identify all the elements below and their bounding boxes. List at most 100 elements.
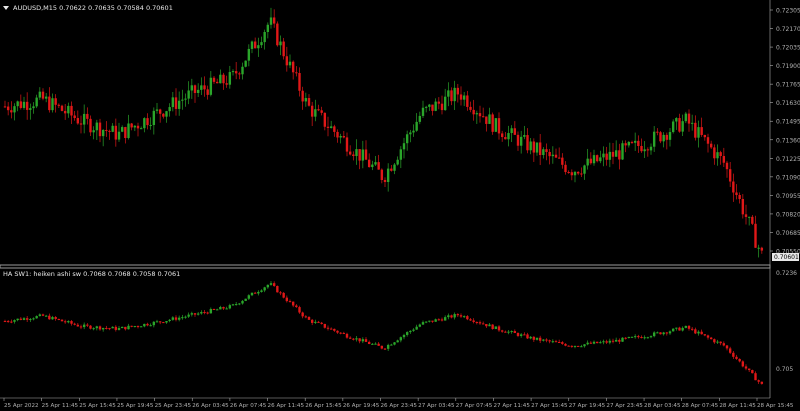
heiken-ashi-bar [63,321,67,323]
heiken-ashi-bar [532,336,536,340]
candle [120,127,124,132]
candle [348,151,352,155]
heiken-ashi-bar [342,332,346,334]
heiken-ashi-bar [741,361,745,367]
candle [513,128,517,135]
candle [627,141,631,146]
time-axis-label: 27 Apr 15:45 [531,403,568,409]
heiken-ashi-bar [35,316,38,319]
candle [371,164,374,168]
heiken-ashi-bar [25,318,29,320]
heiken-ashi-bar [82,324,86,328]
candle [25,101,29,110]
candle [557,157,561,159]
heiken-ashi-bar [124,326,127,330]
heiken-ashi-bar [738,358,741,362]
heiken-ashi-bar [209,308,213,314]
candle [291,61,295,73]
heiken-ashi-bar [98,326,102,330]
candle [646,149,650,151]
heiken-ashi-bar [700,331,703,335]
heiken-ashi-bar [234,304,238,306]
heiken-ashi-bar [89,325,92,329]
price-axis-label: 0.71225 [776,156,800,163]
heiken-ashi-bar [516,333,520,336]
candle [200,85,203,90]
time-axis-label: 25 Apr 19:45 [117,403,154,409]
candle [741,198,745,215]
candle [567,172,570,174]
candle [38,91,42,98]
time-axis-label: 28 Apr 11:45 [719,403,756,409]
heiken-ashi-bar [19,318,23,320]
candle [333,126,336,132]
candle [187,90,190,99]
candle [114,125,118,140]
candle [326,126,330,128]
heiken-ashi-bar [450,315,453,318]
candle [32,106,35,109]
heiken-ashi-bar [760,381,764,384]
main-window-title[interactable]: AUDUSD,M15 0.70622 0.70635 0.70584 0.706… [3,4,173,12]
price-axis-label: 0.71090 [776,174,800,181]
candle [760,247,764,251]
heiken-ashi-bar [409,330,412,333]
candle [611,151,615,157]
heiken-ashi-bar [621,337,624,342]
heiken-ashi-bar [735,356,738,359]
heiken-ashi-bar [462,316,466,318]
candle [54,98,57,105]
heiken-ashi-bar [44,315,48,317]
candle [241,66,244,75]
candle [181,99,184,101]
time-axis-label: 26 Apr 19:45 [343,403,380,409]
heiken-ashi-bar [215,309,219,311]
candle [754,223,757,248]
candle [136,125,140,129]
heiken-ashi-bar [402,334,406,338]
heiken-ashi-bar [633,336,637,338]
candle [751,216,754,224]
heiken-ashi-bar [228,305,232,309]
heiken-ashi-bar [646,337,650,339]
heiken-ashi-bar [193,313,197,315]
heiken-ashi-bar [250,292,254,296]
heiken-ashi-bar [668,331,672,334]
candle [738,195,741,199]
candle [481,116,485,118]
heiken-ashi-bar [301,312,304,317]
heiken-ashi-bar [725,345,729,349]
candle [276,23,279,46]
candle [215,81,219,84]
heiken-ashi-bar [412,329,415,331]
heiken-ashi-bar [399,337,403,341]
heiken-ashi-bar [456,314,460,316]
candle [453,87,456,102]
candle [310,105,314,117]
candle [551,154,555,157]
heiken-ashi-bar [13,320,16,322]
heiken-ashi-bar [573,345,577,347]
candle [415,121,418,131]
candle [250,41,254,49]
heiken-ashi-bar [551,341,555,343]
indicator-window-title[interactable]: HA SW1: heiken ashi sw 0.7068 0.7068 0.7… [3,270,180,278]
heiken-ashi-bar [377,343,380,346]
candle [396,159,399,165]
heiken-ashi-bar [624,337,627,339]
heiken-ashi-bar [244,298,247,301]
heiken-ashi-bar [605,341,608,343]
candle [339,136,342,138]
heiken-ashi-bar [371,343,374,345]
candle [105,129,108,131]
heiken-ashi-bar [504,331,507,333]
heiken-ashi-bar [390,344,393,346]
candle [728,169,732,182]
window-menu-caret-icon[interactable] [3,6,9,10]
candle [703,134,707,138]
candle [295,72,298,74]
heiken-ashi-bar [6,321,10,323]
price-axis-label: 0.70685 [776,230,800,237]
candle [374,162,377,165]
heiken-ashi-bar [143,323,146,327]
